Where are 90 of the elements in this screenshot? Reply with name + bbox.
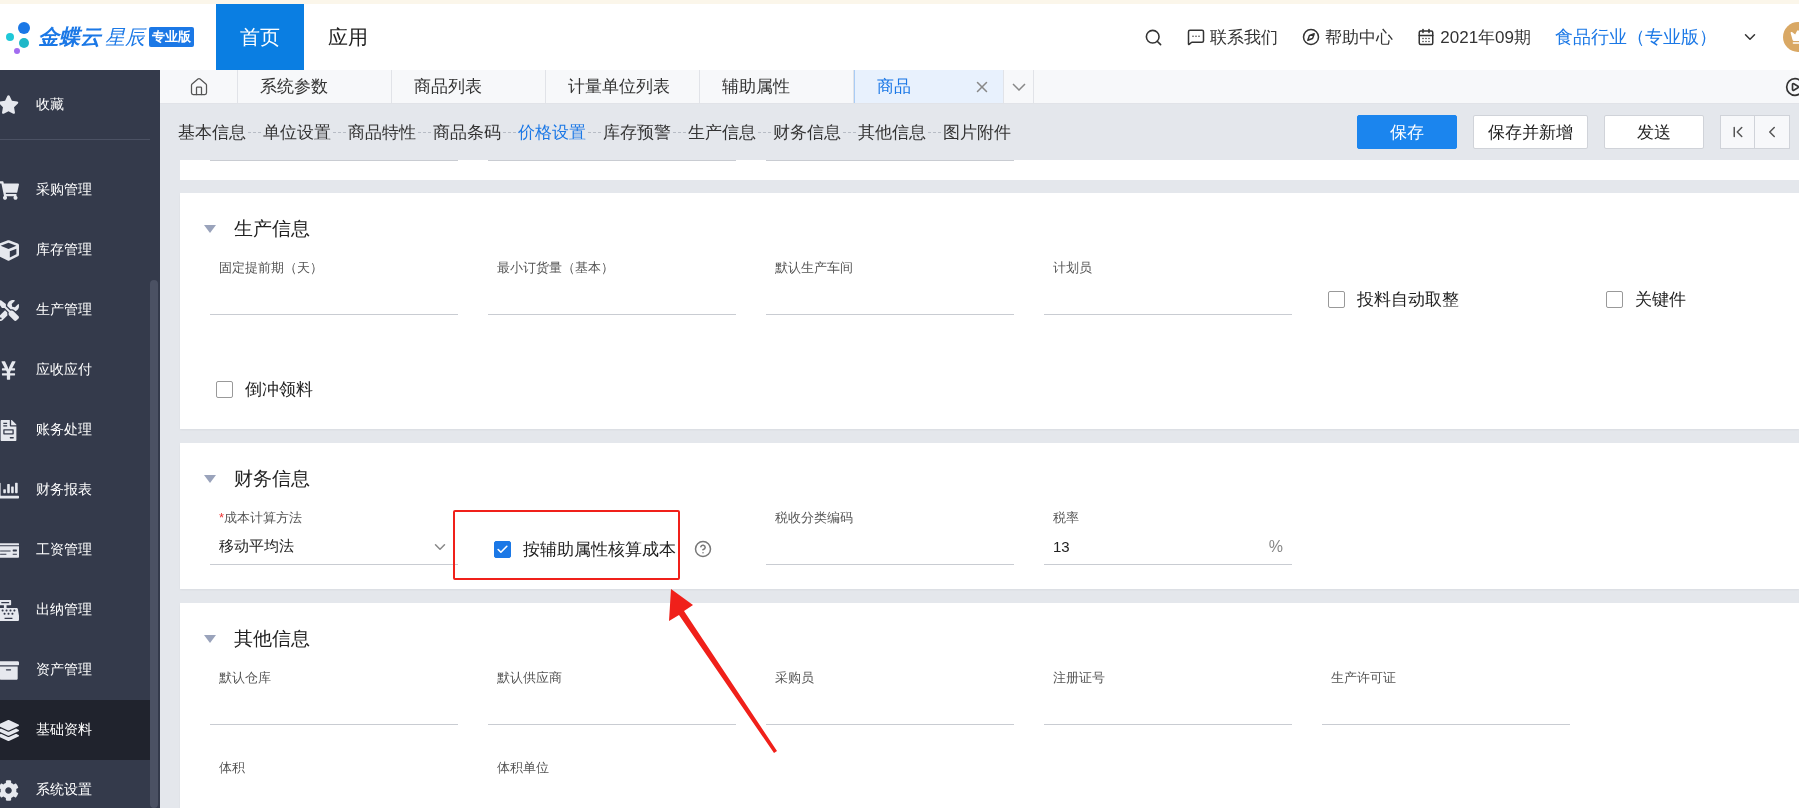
sidebar-item[interactable]: 财务报表 (0, 460, 150, 520)
home-icon (188, 76, 209, 97)
caret-icon[interactable] (204, 475, 216, 483)
header-link[interactable]: 联系我们 (1187, 25, 1279, 49)
logo-brand: 金蝶云 (38, 24, 101, 50)
compass-icon (1302, 28, 1321, 46)
field-label: 生产许可证 (1330, 669, 1397, 687)
sidebar-item[interactable]: 应收应付 (0, 340, 150, 400)
field-label: 计划员 (1052, 259, 1093, 277)
top-nav-tab[interactable]: 应用 (304, 4, 392, 70)
archive-box-icon (0, 659, 19, 681)
calendar-icon (1417, 28, 1436, 46)
checkbox-label: 关键件 (1635, 288, 1686, 311)
action-button[interactable]: 发送 (1604, 115, 1704, 149)
sidebar-item[interactable]: 生产管理 (0, 280, 150, 340)
field-label: 体积单位 (496, 759, 550, 777)
anchor-link[interactable]: 其他信息 (858, 120, 926, 144)
field-label: 默认供应商 (496, 669, 563, 687)
anchor-link[interactable]: 生产信息 (688, 120, 756, 144)
field-label: 注册证号 (1052, 669, 1106, 687)
field-label: 采购员 (774, 669, 815, 687)
sidebar-item[interactable]: 工资管理 (0, 520, 150, 580)
scrollbar[interactable] (150, 280, 158, 808)
gear-icon (0, 779, 19, 801)
anchor-link[interactable]: 价格设置 (518, 120, 586, 144)
field-label: 税率 (1052, 509, 1080, 527)
sidebar-item[interactable]: 收藏 (0, 70, 150, 140)
first-record-button[interactable] (1720, 115, 1755, 149)
field-label: 体积 (218, 759, 246, 777)
sidebar-item[interactable]: 基础资料 (0, 700, 150, 760)
input-field[interactable]: 13 % (1044, 529, 1292, 565)
checkbox[interactable] (1328, 290, 1345, 308)
unit-suffix: % (1268, 537, 1283, 556)
sidebar-item[interactable]: 采购管理 (0, 160, 150, 220)
ledger-icon (0, 419, 19, 441)
select-field[interactable]: 移动平均法 (210, 529, 458, 565)
sidebar-item[interactable]: 系统设置 (0, 760, 150, 808)
checkbox-label: 倒冲领料 (245, 378, 313, 401)
field-label: 默认仓库 (218, 669, 272, 687)
anchor-link[interactable]: 基本信息 (178, 120, 246, 144)
chat-icon (1187, 28, 1206, 46)
anchor-link[interactable]: 单位设置 (263, 120, 331, 144)
action-button[interactable]: 保存并新增 (1473, 115, 1588, 149)
edition-badge: 专业版 (149, 27, 194, 47)
sidebar-item[interactable]: 账务处理 (0, 400, 150, 460)
field-label: 税收分类编码 (774, 509, 854, 527)
header-link[interactable]: 帮助中心 (1302, 25, 1394, 49)
sidebar-item[interactable]: 出纳管理 (0, 580, 150, 640)
tools-icon (0, 299, 19, 321)
layers-icon (0, 719, 19, 741)
section-title: 财务信息 (234, 467, 310, 491)
field-label: 默认生产车间 (774, 259, 854, 277)
header-link[interactable]: 2021年09期 (1417, 25, 1531, 49)
section-title: 其他信息 (234, 627, 310, 651)
sidebar-item[interactable]: 库存管理 (0, 220, 150, 280)
top-nav-tab[interactable]: 首页 (216, 4, 304, 70)
caret-icon[interactable] (204, 225, 216, 233)
checkbox[interactable] (216, 380, 233, 398)
checkbox[interactable] (494, 540, 511, 558)
chevron-down-icon (1011, 82, 1026, 91)
page-tab[interactable]: 商品列表 (392, 70, 546, 103)
cube-icon (0, 239, 19, 261)
caret-icon[interactable] (204, 635, 216, 643)
page-tab[interactable]: 计量单位列表 (546, 70, 700, 103)
anchor-link[interactable]: 商品特性 (348, 120, 416, 144)
field-label: 固定提前期（天） (218, 259, 324, 277)
check-icon (496, 542, 509, 556)
page-tab[interactable]: 系统参数 (238, 70, 392, 103)
search-icon[interactable] (1144, 27, 1164, 47)
anchor-link[interactable]: 财务信息 (773, 120, 841, 144)
cash-register-icon (0, 599, 19, 621)
anchor-link[interactable]: 图片附件 (943, 120, 1011, 144)
help-icon[interactable] (694, 540, 712, 558)
logo-product: 星辰 (105, 24, 145, 50)
sidebar-item[interactable]: 资产管理 (0, 640, 150, 700)
cart-icon (0, 179, 19, 201)
page-tab[interactable]: 商品 (854, 70, 1004, 103)
checkbox-label: 投料自动取整 (1357, 288, 1459, 311)
star-icon (0, 94, 19, 115)
field-value: 移动平均法 (219, 537, 294, 556)
checkbox[interactable] (1606, 290, 1623, 308)
checkbox-label: 按辅助属性核算成本 (523, 538, 676, 561)
anchor-link[interactable]: 商品条码 (433, 120, 501, 144)
field-value: 13 (1053, 538, 1070, 555)
section-title: 生产信息 (234, 217, 310, 241)
field-label: *成本计算方法 (218, 509, 304, 527)
account-name[interactable]: 食品行业（专业版） (1555, 25, 1717, 49)
anchor-link[interactable]: 库存预警 (603, 120, 671, 144)
action-button[interactable]: 保存 (1357, 115, 1457, 149)
field-label: 最小订货量（基本） (496, 259, 615, 277)
